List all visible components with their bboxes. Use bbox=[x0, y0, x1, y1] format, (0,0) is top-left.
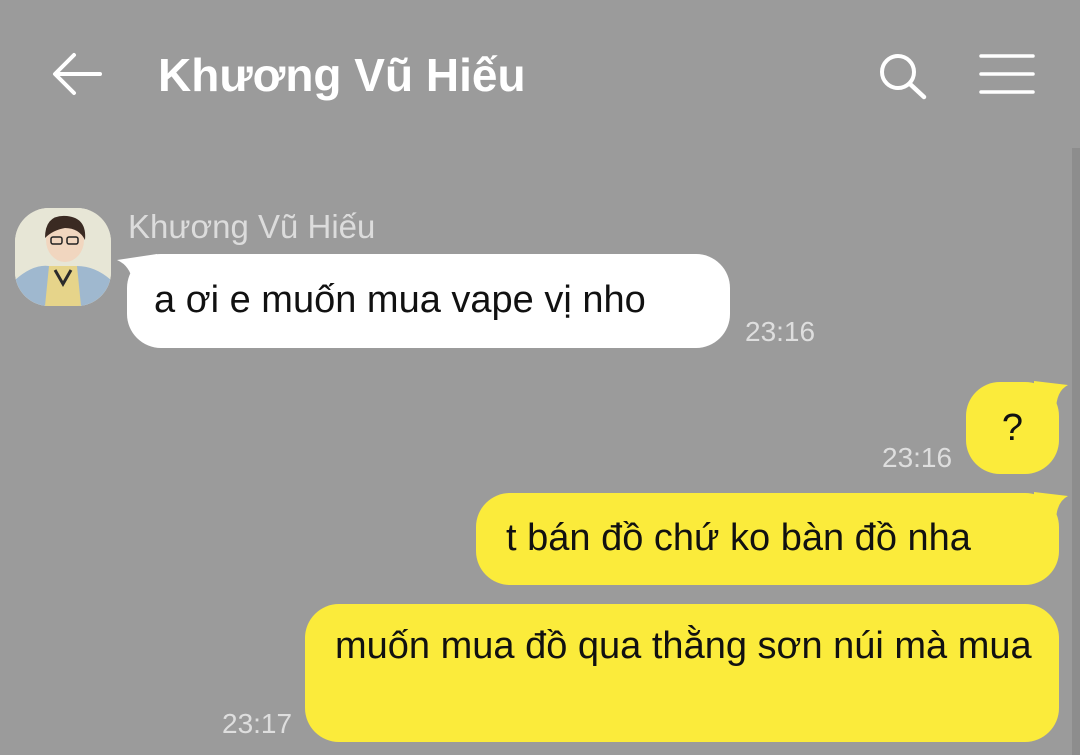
message-text: ? bbox=[1001, 407, 1024, 449]
message-bubble-incoming[interactable]: a ơi e muốn mua vape vị nho bbox=[127, 254, 730, 348]
message-time: 23:16 bbox=[745, 316, 816, 347]
message-text: a ơi e muốn mua vape vị nho bbox=[154, 279, 646, 321]
message-time: 23:16 bbox=[882, 442, 953, 473]
message-text: muốn mua đồ qua thằng sơn núi mà mua bbox=[335, 625, 1032, 667]
hamburger-menu-icon bbox=[979, 54, 1035, 94]
search-button[interactable] bbox=[874, 50, 930, 102]
chat-title: Khương Vũ Hiếu bbox=[158, 49, 526, 101]
back-button[interactable] bbox=[50, 50, 104, 98]
message-bubble-outgoing[interactable]: t bán đồ chứ ko bàn đồ nha bbox=[476, 493, 1059, 585]
chat-header: Khương Vũ Hiếu bbox=[0, 0, 1080, 150]
arrow-left-icon bbox=[53, 53, 102, 95]
message-bubble-outgoing[interactable]: ? bbox=[966, 382, 1059, 474]
user-avatar-picture bbox=[15, 208, 111, 306]
scrollbar[interactable] bbox=[1072, 148, 1080, 755]
avatar[interactable] bbox=[15, 208, 111, 306]
menu-button[interactable] bbox=[978, 52, 1036, 96]
message-text: t bán đồ chứ ko bàn đồ nha bbox=[506, 517, 971, 559]
search-icon bbox=[880, 54, 927, 100]
message-bubble-outgoing[interactable]: muốn mua đồ qua thằng sơn núi mà mua bbox=[305, 604, 1059, 742]
sender-name: Khương Vũ Hiếu bbox=[128, 208, 376, 245]
message-time: 23:17 bbox=[222, 708, 293, 739]
